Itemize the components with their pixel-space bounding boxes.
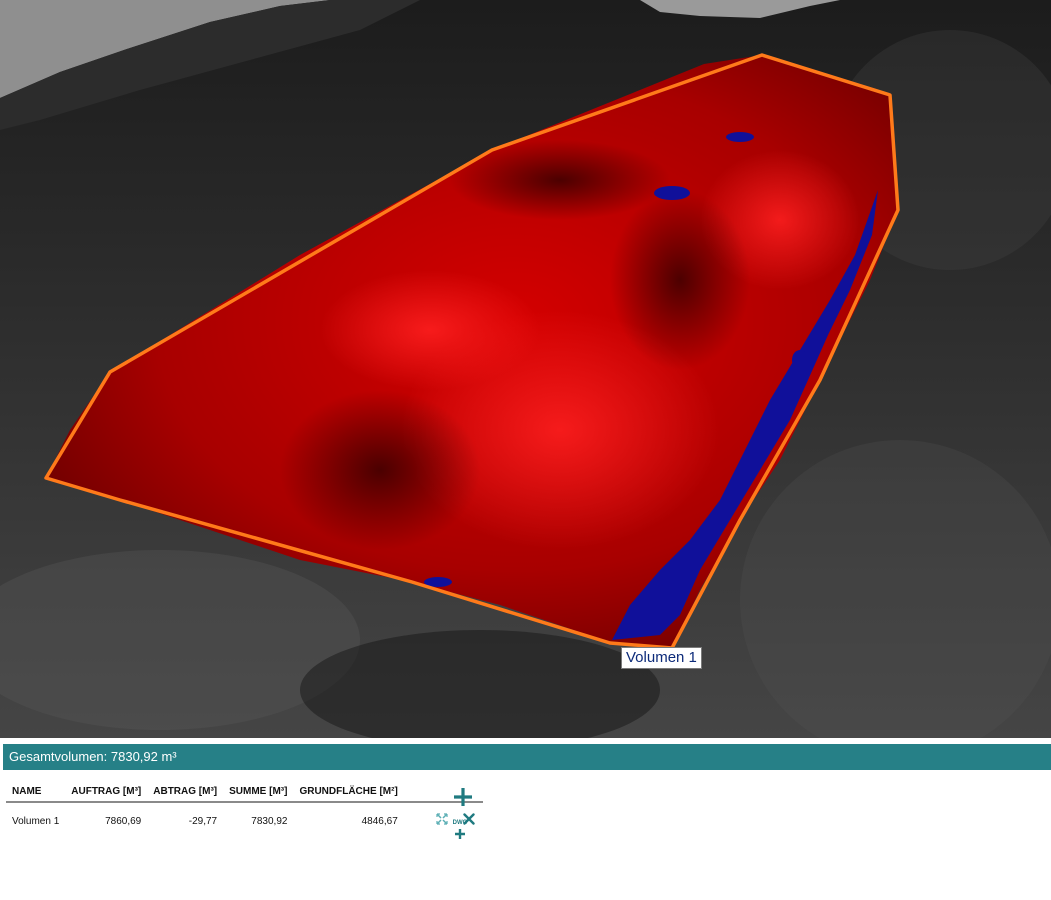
column-header-name: NAME xyxy=(6,782,66,803)
fill-highlight xyxy=(320,270,540,390)
fill-shadow xyxy=(450,140,670,220)
zoom-extent-icon[interactable] xyxy=(434,813,450,828)
column-header-grundflaeche: GRUNDFLÄCHE [M²] xyxy=(293,782,404,803)
dwg-import-button[interactable]: DWG xyxy=(452,820,468,840)
cut-spot xyxy=(654,186,690,200)
volume-panel: Gesamtvolumen: 7830,92 m³ NAME AUFTRAG [… xyxy=(0,738,1051,900)
plus-icon xyxy=(454,788,472,806)
table-header-row: NAME AUFTRAG [M³] ABTRAG [M³] SUMME [M³]… xyxy=(6,782,483,803)
cell-abtrag: -29,77 xyxy=(188,815,218,827)
volume-label: Volumen 1 xyxy=(621,647,702,669)
3d-viewport[interactable]: Volumen 1 xyxy=(0,0,1051,738)
dwg-import-icon xyxy=(455,829,465,839)
cell-grundflaeche: 4846,67 xyxy=(361,815,398,827)
column-header-abtrag: ABTRAG [M³] xyxy=(147,782,224,803)
volume-table: NAME AUFTRAG [M³] ABTRAG [M³] SUMME [M³]… xyxy=(6,782,483,839)
table-row[interactable]: Volumen 1 7860,69 -29,77 7830,92 4846,67 xyxy=(6,802,483,839)
fill-shadow xyxy=(610,190,750,370)
column-header-summe: SUMME [M³] xyxy=(223,782,294,803)
column-header-auftrag: AUFTRAG [M³] xyxy=(65,782,148,803)
total-volume-bar: Gesamtvolumen: 7830,92 m³ xyxy=(3,744,1051,770)
cell-name: Volumen 1 xyxy=(12,815,60,827)
add-volume-button[interactable] xyxy=(452,786,474,808)
cell-auftrag: 7860,69 xyxy=(105,815,142,827)
cut-spot xyxy=(726,132,754,142)
cell-summe: 7830,92 xyxy=(251,815,288,827)
fill-shadow xyxy=(280,390,480,550)
cut-spot xyxy=(792,350,808,370)
terrain-scene[interactable] xyxy=(0,0,1051,738)
